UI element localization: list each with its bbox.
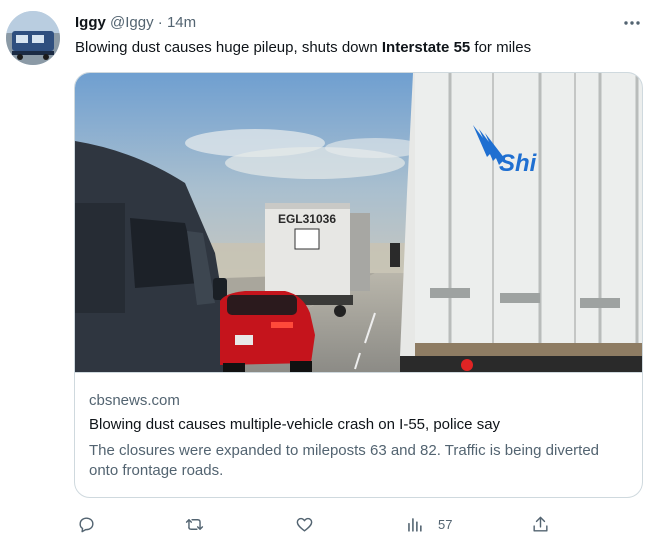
tweet-text-end: for miles (470, 39, 532, 56)
share-icon (533, 516, 548, 532)
tweet-text: Blowing dust causes huge pileup, shuts d… (75, 38, 531, 58)
author-name[interactable]: Iggy (75, 14, 106, 31)
views-icon (408, 517, 422, 532)
avatar[interactable] (6, 11, 60, 65)
tweet-text-start: Blowing dust causes huge pileup, shuts d… (75, 39, 382, 56)
reply-icon (79, 516, 94, 532)
link-card[interactable]: EGL31036 Shi cbsnews.com Blowing dust ca… (74, 72, 643, 498)
more-options-button[interactable] (618, 11, 646, 35)
card-title: Blowing dust causes multiple-vehicle cra… (89, 416, 501, 433)
separator-dot: · (157, 14, 163, 31)
share-button[interactable] (531, 512, 550, 536)
tweet-header: Iggy @Iggy · 14m (75, 13, 196, 33)
reply-button[interactable] (77, 512, 96, 536)
more-icon (624, 21, 640, 25)
tweet-text-bold: Interstate 55 (381, 39, 471, 56)
card-domain: cbsnews.com (89, 392, 180, 409)
tweet-actions: 57 (75, 512, 555, 536)
card-divider (75, 372, 642, 373)
card-image[interactable]: EGL31036 Shi (75, 73, 642, 372)
tweet: Iggy @Iggy · 14m Blowing dust causes hug… (0, 0, 661, 550)
retweet-icon (185, 518, 204, 530)
truck-id-text: EGL31036 (278, 212, 336, 226)
tweet-time[interactable]: 14m (167, 14, 196, 31)
card-description: The closures were expanded to mileposts … (89, 442, 600, 479)
author-handle[interactable]: @Iggy (110, 14, 154, 31)
retweet-button[interactable] (185, 512, 204, 536)
views-count: 57 (438, 516, 453, 532)
heart-icon (296, 517, 313, 532)
avatar-image (6, 11, 60, 65)
highway-photo: EGL31036 Shi (75, 73, 642, 372)
like-button[interactable] (295, 512, 314, 536)
views-button[interactable]: 57 (405, 512, 452, 536)
trailer-logo-text: Shi (499, 150, 538, 177)
